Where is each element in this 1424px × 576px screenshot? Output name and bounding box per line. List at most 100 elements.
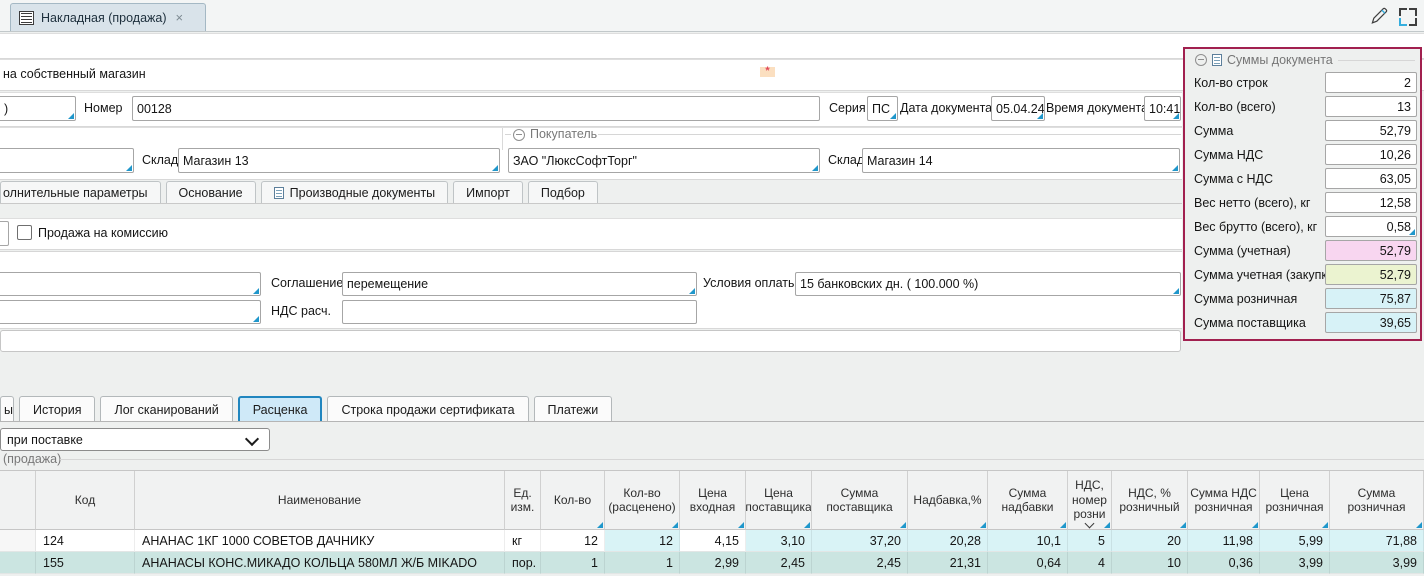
column-header-9[interactable]: Надбавка,%	[908, 471, 988, 530]
agreement-field[interactable]: перемещение	[342, 272, 697, 296]
column-header-15[interactable]: Сумма розничная	[1330, 471, 1424, 530]
table-cell[interactable]: 5,99	[1260, 530, 1330, 552]
param-tab-4[interactable]: Подбор	[528, 181, 598, 204]
table-cell[interactable]: 2,45	[812, 552, 908, 574]
table-cell[interactable]: АНАНАСЫ КОНС.МИКАДО КОЛЬЦА 580МЛ Ж/Б MIK…	[135, 552, 505, 574]
detail-tab-0[interactable]: ы	[0, 396, 14, 422]
totals-row-field[interactable]: 52,79	[1325, 264, 1417, 285]
payment-terms-field[interactable]: 15 банковских дн. ( 100.000 %)	[795, 272, 1181, 296]
column-header-7[interactable]: Цена поставщика	[746, 471, 812, 530]
table-cell[interactable]: 0,64	[988, 552, 1068, 574]
table-cell[interactable]: 155	[36, 552, 135, 574]
totals-row-field[interactable]: 12,58	[1325, 192, 1417, 213]
table-cell[interactable]: 21,31	[908, 552, 988, 574]
table-cell[interactable]: 37,20	[812, 530, 908, 552]
param-tab-0[interactable]: олнительные параметры	[0, 181, 161, 204]
totals-row-field[interactable]: 10,26	[1325, 144, 1417, 165]
series-field[interactable]: ПС	[867, 96, 898, 121]
warehouse-to-field[interactable]: Магазин 14	[862, 148, 1180, 173]
table-cell[interactable]: 124	[36, 530, 135, 552]
table-cell[interactable]: 3,99	[1330, 552, 1424, 574]
left-ref-field[interactable]	[0, 272, 261, 296]
totals-row-field[interactable]: 63,05	[1325, 168, 1417, 189]
totals-row-field[interactable]: 39,65	[1325, 312, 1417, 333]
table-cell[interactable]: 4	[1068, 552, 1112, 574]
column-header-label: Надбавка,%	[913, 493, 981, 507]
collapse-icon[interactable]	[1195, 54, 1207, 66]
table-cell[interactable]: 12	[541, 530, 605, 552]
column-header-label: Цена розничная	[1262, 486, 1327, 515]
totals-row-field[interactable]: 52,79	[1325, 120, 1417, 141]
table-cell[interactable]: 3,99	[1260, 552, 1330, 574]
detail-tab-4[interactable]: Строка продажи сертификата	[327, 396, 528, 422]
detail-tab-5[interactable]: Платежи	[534, 396, 613, 422]
partial-field[interactable]: )	[0, 96, 76, 121]
table-cell[interactable]: 10	[1112, 552, 1188, 574]
column-header-5[interactable]: Кол-во (расценено)	[605, 471, 680, 530]
totals-row-label: Сумма розничная	[1194, 292, 1297, 306]
buyer-field[interactable]: ЗАО "ЛюксСофтТорг"	[508, 148, 820, 173]
table-cell[interactable]	[0, 552, 36, 574]
column-header-8[interactable]: Сумма поставщика	[812, 471, 908, 530]
table-cell[interactable]: 12	[605, 530, 680, 552]
vat-calc-field[interactable]	[342, 300, 697, 324]
commission-checkbox[interactable]	[17, 225, 32, 240]
collapse-icon[interactable]	[513, 129, 525, 141]
left-ref-field[interactable]	[0, 300, 261, 324]
table-cell[interactable]: 4,15	[680, 530, 746, 552]
table-cell[interactable]: 20	[1112, 530, 1188, 552]
column-header-4[interactable]: Кол-во	[541, 471, 605, 530]
doc-time-field[interactable]: 10:41	[1144, 96, 1181, 121]
param-tab-2[interactable]: Производные документы	[261, 181, 449, 204]
table-cell[interactable]: 2,99	[680, 552, 746, 574]
totals-row-field[interactable]: 2	[1325, 72, 1417, 93]
column-header-12[interactable]: НДС, % розничный	[1112, 471, 1188, 530]
table-cell[interactable]: 5	[1068, 530, 1112, 552]
totals-row-field[interactable]: 75,87	[1325, 288, 1417, 309]
table-cell[interactable]: пор.	[505, 552, 541, 574]
table-row[interactable]: 155АНАНАСЫ КОНС.МИКАДО КОЛЬЦА 580МЛ Ж/Б …	[0, 552, 1424, 574]
table-cell[interactable]: 10,1	[988, 530, 1068, 552]
column-header-0[interactable]	[0, 471, 36, 530]
column-header-10[interactable]: Сумма надбавки	[988, 471, 1068, 530]
sort-indicator	[1252, 522, 1258, 528]
table-cell[interactable]: 71,88	[1330, 530, 1424, 552]
table-cell[interactable]: 1	[541, 552, 605, 574]
table-cell[interactable]: 0,36	[1188, 552, 1260, 574]
edit-pencil-icon[interactable]	[1368, 5, 1390, 27]
close-icon[interactable]: ×	[176, 10, 184, 25]
tab-invoice-sale[interactable]: Накладная (продажа) ×	[10, 3, 206, 31]
detail-tab-2[interactable]: Лог сканирований	[100, 396, 232, 422]
doc-date-field[interactable]: 05.04.24	[991, 96, 1045, 121]
expand-icon[interactable]	[1399, 8, 1417, 26]
column-header-11[interactable]: НДС, номер розни	[1068, 471, 1112, 530]
column-header-6[interactable]: Цена входная	[680, 471, 746, 530]
warehouse-from-field[interactable]: Магазин 13	[178, 148, 500, 173]
column-header-14[interactable]: Цена розничная	[1260, 471, 1330, 530]
totals-row-field[interactable]: 52,79	[1325, 240, 1417, 261]
column-header-1[interactable]: Код	[36, 471, 135, 530]
number-field[interactable]: 00128	[132, 96, 820, 121]
table-row[interactable]: 124АНАНАС 1КГ 1000 СОВЕТОВ ДАЧНИКУкг1212…	[0, 530, 1424, 552]
detail-tab-3[interactable]: Расценка	[238, 396, 323, 422]
param-tab-3[interactable]: Импорт	[453, 181, 523, 204]
totals-row-field[interactable]: 0,58	[1325, 216, 1417, 237]
table-cell[interactable]	[0, 530, 36, 552]
detail-tab-1[interactable]: История	[19, 396, 95, 422]
table-cell[interactable]: кг	[505, 530, 541, 552]
table-cell[interactable]: 20,28	[908, 530, 988, 552]
totals-row-field[interactable]: 13	[1325, 96, 1417, 117]
table-cell[interactable]: 3,10	[746, 530, 812, 552]
table-cell[interactable]: 2,45	[746, 552, 812, 574]
comment-field[interactable]	[0, 330, 1181, 352]
column-header-3[interactable]: Ед. изм.	[505, 471, 541, 530]
table-cell[interactable]: 11,98	[1188, 530, 1260, 552]
left-ref-field[interactable]	[0, 148, 134, 173]
param-tab-1[interactable]: Основание	[166, 181, 256, 204]
pricing-mode-select[interactable]: при поставке	[0, 428, 270, 451]
column-header-13[interactable]: Сумма НДС розничная	[1188, 471, 1260, 530]
column-header-2[interactable]: Наименование	[135, 471, 505, 530]
table-cell[interactable]: АНАНАС 1КГ 1000 СОВЕТОВ ДАЧНИКУ	[135, 530, 505, 552]
clipped-field[interactable]	[0, 221, 9, 246]
table-cell[interactable]: 1	[605, 552, 680, 574]
